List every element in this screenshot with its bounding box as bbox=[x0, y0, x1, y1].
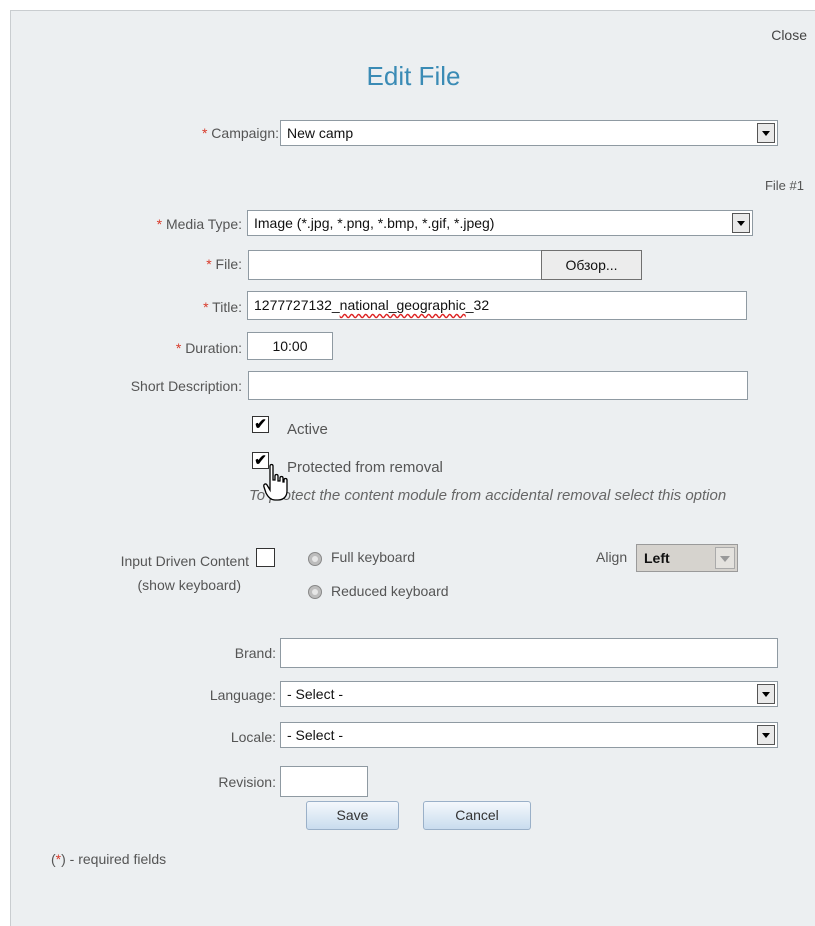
brand-label: Brand: bbox=[234, 645, 276, 661]
cancel-button[interactable]: Cancel bbox=[423, 801, 531, 830]
language-label: Language: bbox=[209, 687, 276, 703]
save-button[interactable]: Save bbox=[306, 801, 399, 830]
revision-input[interactable] bbox=[280, 766, 368, 797]
media-type-select[interactable]: Image (*.jpg, *.png, *.bmp, *.gif, *.jpe… bbox=[247, 210, 753, 236]
browse-button[interactable]: Обзор... bbox=[541, 250, 642, 280]
file-number: File #1 bbox=[764, 178, 804, 193]
file-label: * File: bbox=[206, 256, 242, 272]
title-label: * Title: bbox=[203, 299, 242, 315]
duration-label: * Duration: bbox=[175, 340, 242, 356]
dialog-title: Edit File bbox=[366, 61, 461, 91]
title-input[interactable]: 1277727132_national_geographic_32 bbox=[247, 291, 747, 320]
short-description-label: Short Description: bbox=[130, 378, 242, 394]
full-keyboard-radio[interactable] bbox=[308, 552, 322, 566]
chevron-down-icon[interactable] bbox=[757, 123, 775, 143]
short-description-input[interactable] bbox=[248, 371, 748, 400]
media-type-label: * Media Type: bbox=[156, 216, 242, 232]
align-label: Align bbox=[596, 549, 628, 565]
chevron-down-icon[interactable] bbox=[757, 725, 775, 745]
input-driven-checkbox[interactable] bbox=[256, 548, 275, 567]
reduced-keyboard-label: Reduced keyboard bbox=[331, 583, 449, 599]
campaign-label: * Campaign: bbox=[201, 125, 279, 141]
chevron-down-icon[interactable] bbox=[715, 547, 735, 569]
close-link[interactable]: Close bbox=[771, 27, 807, 43]
spellcheck-underline: national_geographic bbox=[339, 297, 466, 313]
protected-label: Protected from removal bbox=[287, 459, 443, 476]
protected-hint: To protect the content module from accid… bbox=[249, 487, 727, 504]
input-driven-label: Input Driven Content (show keyboard) bbox=[120, 553, 249, 593]
campaign-select[interactable]: New camp bbox=[280, 120, 778, 146]
chevron-down-icon[interactable] bbox=[757, 684, 775, 704]
duration-input[interactable]: 10:00 bbox=[247, 332, 333, 360]
active-checkbox[interactable]: ✔ bbox=[252, 416, 269, 433]
edit-file-dialog: Close Edit File * Campaign: New camp Fil… bbox=[10, 10, 815, 926]
locale-label: Locale: bbox=[230, 729, 276, 745]
mouse-pointer-icon bbox=[263, 463, 288, 501]
brand-input[interactable] bbox=[280, 638, 778, 668]
full-keyboard-label: Full keyboard bbox=[331, 549, 416, 565]
revision-label: Revision: bbox=[218, 774, 276, 790]
align-select[interactable]: Left bbox=[636, 544, 738, 572]
required-fields-note: (*) - required fields bbox=[51, 851, 167, 867]
chevron-down-icon[interactable] bbox=[732, 213, 750, 233]
file-input[interactable] bbox=[248, 250, 542, 280]
language-select[interactable]: - Select - bbox=[280, 681, 778, 707]
reduced-keyboard-radio[interactable] bbox=[308, 585, 322, 599]
active-label: Active bbox=[287, 421, 328, 438]
locale-select[interactable]: - Select - bbox=[280, 722, 778, 748]
